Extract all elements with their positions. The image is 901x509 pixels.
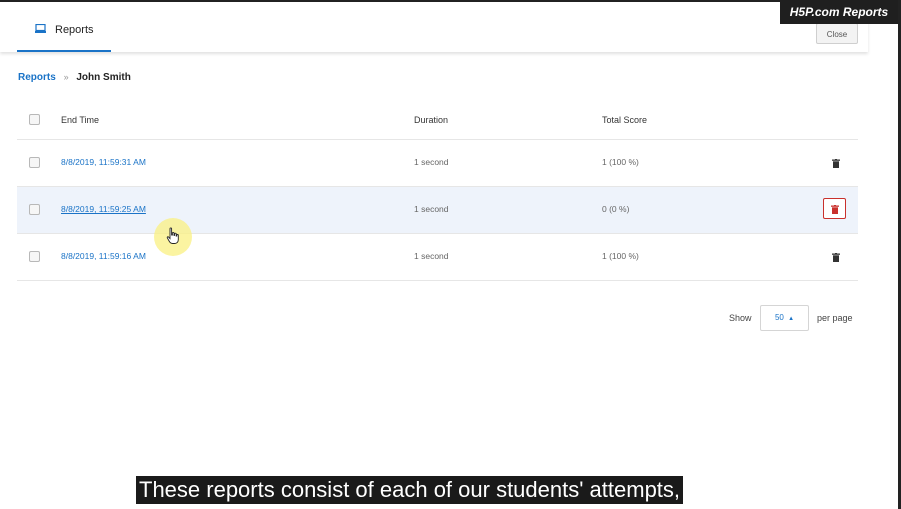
breadcrumb-current: John Smith — [76, 72, 131, 83]
duration-value: 1 second — [414, 157, 449, 167]
per-page-select[interactable]: 50 ▲ — [760, 305, 809, 331]
duration-value: 1 second — [414, 204, 449, 214]
column-header-duration[interactable]: Duration — [414, 115, 448, 125]
row-checkbox[interactable] — [29, 157, 40, 168]
trash-icon[interactable] — [832, 159, 840, 168]
reports-icon — [35, 24, 46, 33]
select-all-checkbox[interactable] — [29, 114, 40, 125]
end-time-link[interactable]: 8/8/2019, 11:59:16 AM — [61, 251, 146, 261]
end-time-link[interactable]: 8/8/2019, 11:59:31 AM — [61, 157, 146, 167]
end-time-link[interactable]: 8/8/2019, 11:59:25 AM — [61, 204, 146, 214]
trash-icon[interactable] — [832, 253, 840, 262]
hand-cursor-icon — [166, 227, 179, 244]
score-value: 1 (100 %) — [602, 251, 639, 261]
caret-up-icon: ▲ — [788, 316, 795, 322]
per-page-label: per page — [817, 313, 853, 323]
delete-button[interactable] — [823, 198, 846, 219]
row-checkbox[interactable] — [29, 251, 40, 262]
brand-watermark: H5P.com Reports — [780, 0, 898, 24]
row-checkbox[interactable] — [29, 204, 40, 215]
tab-reports-label: Reports — [55, 24, 94, 36]
header-bar: Reports Close — [0, 2, 868, 52]
score-value: 0 (0 %) — [602, 204, 630, 214]
show-label: Show — [729, 313, 752, 323]
trash-icon — [831, 205, 839, 214]
close-button[interactable]: Close — [816, 23, 858, 44]
tab-reports[interactable]: Reports — [17, 2, 111, 52]
table-row: 8/8/2019, 11:59:16 AM 1 second 1 (100 %) — [17, 234, 858, 281]
breadcrumb: Reports » John Smith — [18, 72, 131, 83]
column-header-end-time[interactable]: End Time — [61, 115, 99, 125]
column-header-total-score[interactable]: Total Score — [602, 115, 647, 125]
duration-value: 1 second — [414, 251, 449, 261]
breadcrumb-separator: » — [63, 72, 69, 82]
per-page-value: 50 — [774, 313, 784, 322]
breadcrumb-reports-link[interactable]: Reports — [18, 72, 56, 83]
table-row: 8/8/2019, 11:59:25 AM 1 second 0 (0 %) — [17, 187, 858, 234]
table-row: 8/8/2019, 11:59:31 AM 1 second 1 (100 %) — [17, 140, 858, 187]
table-header-row: End Time Duration Total Score — [17, 97, 858, 140]
video-caption: These reports consist of each of our stu… — [136, 476, 684, 504]
score-value: 1 (100 %) — [602, 157, 639, 167]
reports-table: End Time Duration Total Score 8/8/2019, … — [17, 97, 858, 281]
